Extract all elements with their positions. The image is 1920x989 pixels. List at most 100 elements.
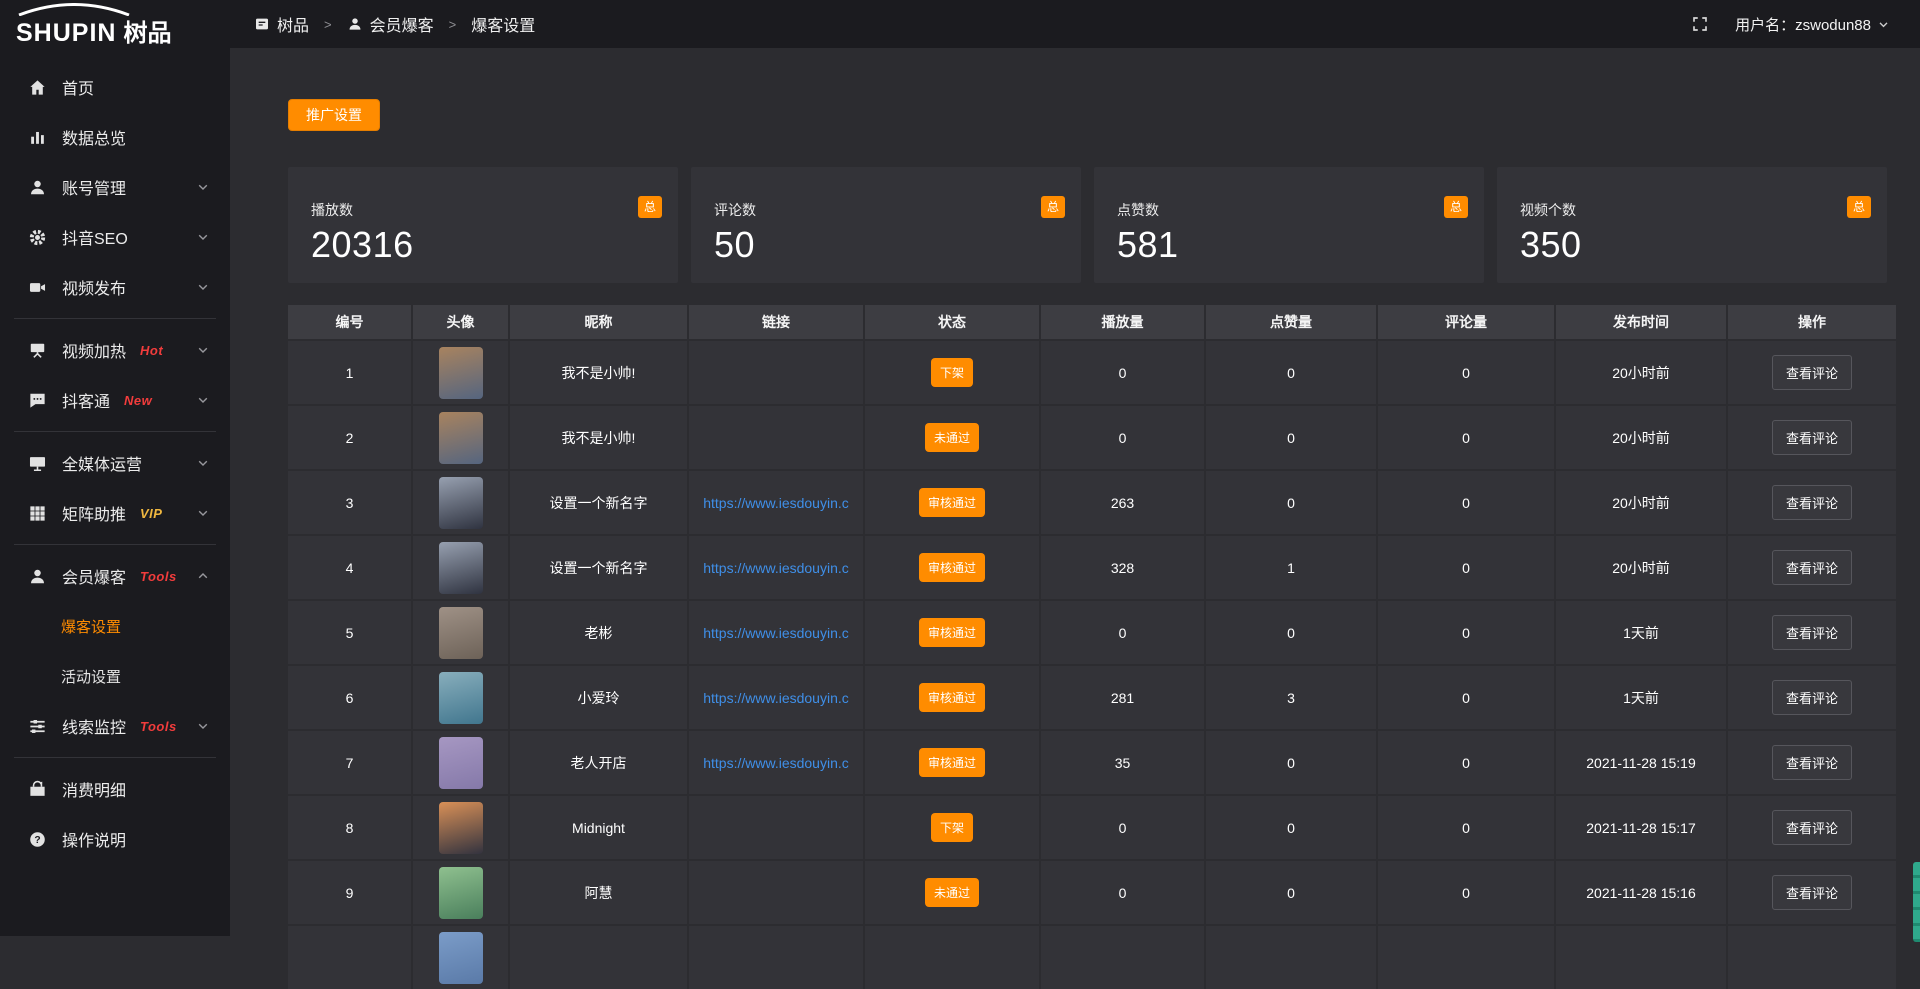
cell-publish-time: 2021-11-28 15:17 bbox=[1556, 796, 1726, 859]
cell-comments: 0 bbox=[1378, 471, 1554, 534]
status-badge: 审核通过 bbox=[919, 618, 985, 647]
view-comments-button[interactable]: 查看评论 bbox=[1772, 875, 1852, 910]
cell-index: 6 bbox=[288, 666, 411, 729]
sidebar-item[interactable]: 消费明细 bbox=[0, 764, 230, 814]
sidebar-item-label: 消费明细 bbox=[62, 777, 126, 801]
user-icon bbox=[28, 567, 47, 586]
avatar bbox=[439, 802, 483, 854]
breadcrumb-item[interactable]: 爆客设置 bbox=[471, 12, 535, 36]
sidebar-item[interactable]: 首页 bbox=[0, 62, 230, 112]
sidebar-item[interactable]: 线索监控Tools bbox=[0, 701, 230, 751]
sidebar-item[interactable]: 会员爆客Tools bbox=[0, 551, 230, 601]
cell-likes: 0 bbox=[1206, 796, 1376, 859]
cell-link[interactable]: https://www.iesdouyin.c bbox=[689, 666, 863, 729]
cell-action: 查看评论 bbox=[1728, 731, 1896, 794]
brand-logo[interactable]: SHUPIN 树品 bbox=[0, 0, 230, 48]
cell-status: 未通过 bbox=[865, 861, 1039, 924]
chevron-down-icon bbox=[1877, 18, 1890, 31]
cell-index: 4 bbox=[288, 536, 411, 599]
cell-plays: 35 bbox=[1041, 731, 1204, 794]
cell-link bbox=[689, 861, 863, 924]
user-menu[interactable]: 用户名：zswodun88 bbox=[1735, 14, 1890, 35]
cell-nickname: Midnight bbox=[510, 796, 687, 859]
cell-action: 查看评论 bbox=[1728, 666, 1896, 729]
cell-likes bbox=[1206, 926, 1376, 989]
sidebar-item[interactable]: 操作说明 bbox=[0, 814, 230, 864]
cell-comments: 0 bbox=[1378, 341, 1554, 404]
cell-publish-time: 20小时前 bbox=[1556, 406, 1726, 469]
view-comments-button[interactable]: 查看评论 bbox=[1772, 810, 1852, 845]
column-header: 评论量 bbox=[1378, 305, 1554, 339]
sidebar-item-tag: Hot bbox=[140, 343, 163, 358]
breadcrumb-label: 会员爆客 bbox=[370, 12, 434, 36]
sidebar-divider bbox=[14, 318, 216, 319]
cell-avatar bbox=[413, 341, 508, 404]
sidebar-item[interactable]: 抖音SEO bbox=[0, 212, 230, 262]
cell-plays: 0 bbox=[1041, 341, 1204, 404]
avatar bbox=[439, 477, 483, 529]
promotion-settings-button[interactable]: 推广设置 bbox=[288, 99, 380, 131]
view-comments-button[interactable]: 查看评论 bbox=[1772, 745, 1852, 780]
sidebar-subitem[interactable]: 爆客设置 bbox=[0, 601, 230, 651]
status-badge: 下架 bbox=[931, 813, 973, 842]
sidebar-item[interactable]: 视频发布 bbox=[0, 262, 230, 312]
breadcrumb-separator: > bbox=[449, 17, 457, 32]
sidebar-item[interactable]: 账号管理 bbox=[0, 162, 230, 212]
cell-index bbox=[288, 926, 411, 989]
view-comments-button[interactable]: 查看评论 bbox=[1772, 550, 1852, 585]
cell-action: 查看评论 bbox=[1728, 341, 1896, 404]
cell-index: 9 bbox=[288, 861, 411, 924]
user-icon bbox=[28, 178, 47, 197]
cell-index: 5 bbox=[288, 601, 411, 664]
chevron-up-icon bbox=[196, 569, 210, 583]
chevron-down-icon bbox=[196, 506, 210, 520]
chevron-down-icon bbox=[196, 456, 210, 470]
floating-widget-tab[interactable] bbox=[1913, 862, 1920, 942]
user-icon bbox=[347, 16, 363, 32]
sidebar-subitem[interactable]: 活动设置 bbox=[0, 651, 230, 701]
chart-icon bbox=[28, 128, 47, 147]
status-badge: 未通过 bbox=[925, 423, 979, 452]
sidebar-item[interactable]: 视频加热Hot bbox=[0, 325, 230, 375]
sidebar-divider bbox=[14, 544, 216, 545]
fullscreen-icon[interactable] bbox=[1691, 15, 1709, 33]
view-comments-button[interactable]: 查看评论 bbox=[1772, 420, 1852, 455]
sidebar-item[interactable]: 抖客通New bbox=[0, 375, 230, 425]
breadcrumb-item[interactable]: 会员爆客 bbox=[347, 12, 434, 36]
sidebar-item[interactable]: 全媒体运营 bbox=[0, 438, 230, 488]
column-header: 编号 bbox=[288, 305, 411, 339]
sidebar-item-label: 抖客通 bbox=[62, 388, 110, 412]
cell-publish-time: 1天前 bbox=[1556, 666, 1726, 729]
sidebar-subitem-label: 爆客设置 bbox=[61, 616, 121, 637]
sidebar-item-label: 数据总览 bbox=[62, 125, 126, 149]
wallet-icon bbox=[28, 780, 47, 799]
cell-avatar bbox=[413, 796, 508, 859]
stat-card: 视频个数350总 bbox=[1497, 167, 1887, 283]
cell-nickname bbox=[510, 926, 687, 989]
home-icon bbox=[28, 78, 47, 97]
cell-link[interactable]: https://www.iesdouyin.c bbox=[689, 601, 863, 664]
cell-likes: 0 bbox=[1206, 471, 1376, 534]
cell-link[interactable]: https://www.iesdouyin.c bbox=[689, 731, 863, 794]
cell-nickname: 老彬 bbox=[510, 601, 687, 664]
cell-likes: 0 bbox=[1206, 601, 1376, 664]
status-badge: 审核通过 bbox=[919, 683, 985, 712]
sidebar-item[interactable]: 矩阵助推VIP bbox=[0, 488, 230, 538]
cell-status: 审核通过 bbox=[865, 601, 1039, 664]
view-comments-button[interactable]: 查看评论 bbox=[1772, 355, 1852, 390]
sidebar-item[interactable]: 数据总览 bbox=[0, 112, 230, 162]
view-comments-button[interactable]: 查看评论 bbox=[1772, 485, 1852, 520]
cell-comments: 0 bbox=[1378, 861, 1554, 924]
cell-link[interactable]: https://www.iesdouyin.c bbox=[689, 471, 863, 534]
cell-link[interactable]: https://www.iesdouyin.c bbox=[689, 536, 863, 599]
view-comments-button[interactable]: 查看评论 bbox=[1772, 615, 1852, 650]
avatar bbox=[439, 672, 483, 724]
cell-comments: 0 bbox=[1378, 666, 1554, 729]
cell-comments: 0 bbox=[1378, 731, 1554, 794]
avatar bbox=[439, 542, 483, 594]
cell-link bbox=[689, 926, 863, 989]
sidebar-item-label: 视频发布 bbox=[62, 275, 126, 299]
cell-nickname: 我不是小帅! bbox=[510, 341, 687, 404]
view-comments-button[interactable]: 查看评论 bbox=[1772, 680, 1852, 715]
breadcrumb-item[interactable]: 树品 bbox=[254, 12, 309, 36]
